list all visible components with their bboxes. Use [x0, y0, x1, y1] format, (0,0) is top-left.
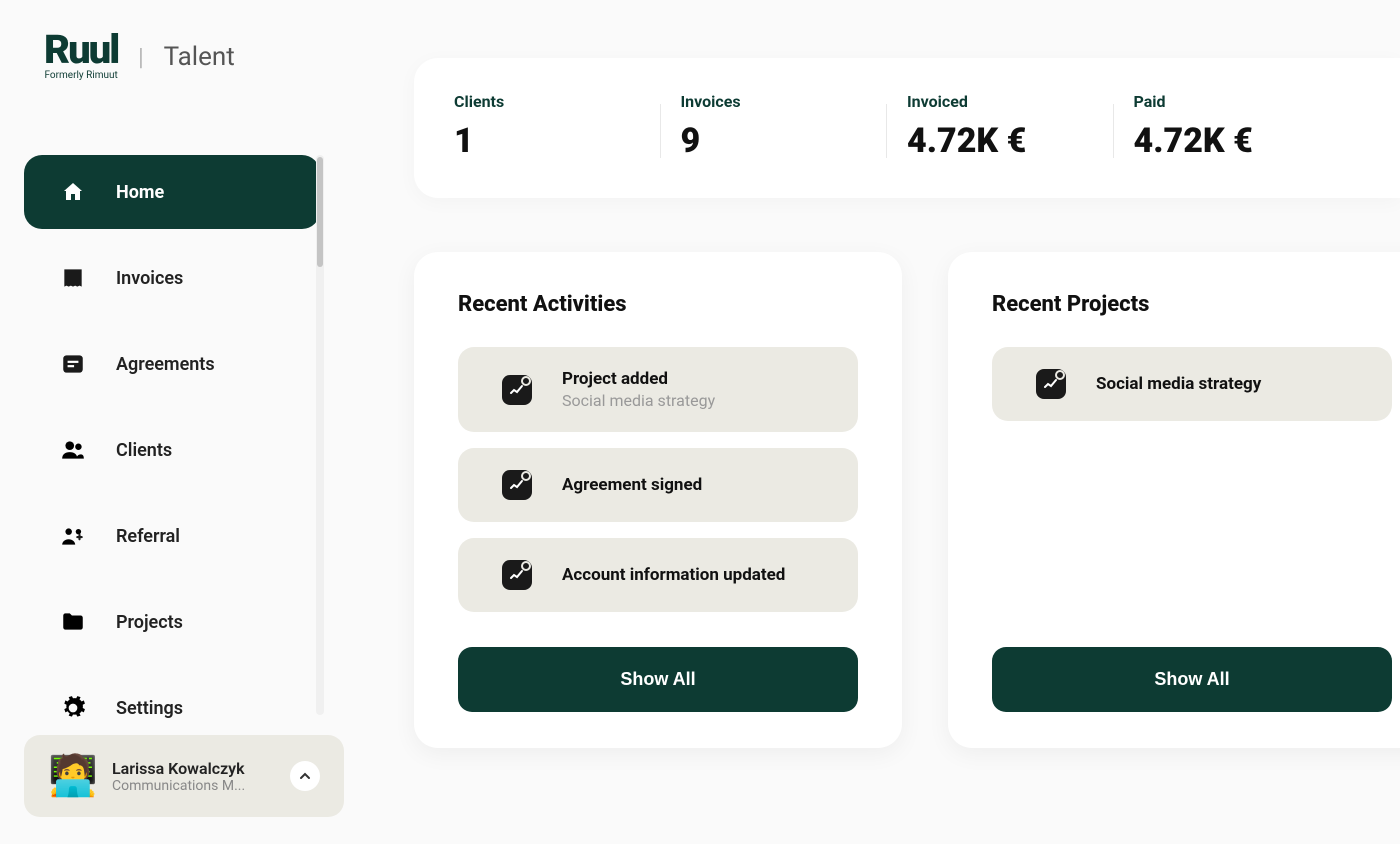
stat-value: 4.72K € — [1134, 121, 1361, 161]
stat-value: 9 — [681, 121, 908, 161]
expand-button[interactable] — [290, 761, 320, 791]
sidebar-item-agreements[interactable]: Agreements — [24, 327, 320, 401]
stat-label: Paid — [1134, 92, 1361, 111]
logo-section-label: Talent — [164, 42, 235, 72]
sidebar-item-label: Agreements — [116, 354, 215, 375]
activity-icon-wrap — [502, 560, 532, 590]
folder-icon — [60, 609, 86, 635]
gear-icon — [60, 695, 86, 721]
sidebar: Home Invoices Agreements Clients Referra… — [24, 155, 324, 757]
chart-icon — [1036, 369, 1066, 399]
project-item[interactable]: Social media strategy — [992, 347, 1392, 421]
sidebar-item-clients[interactable]: Clients — [24, 413, 320, 487]
logo-subtitle: Formerly Rimuut — [44, 70, 117, 81]
activity-text: Agreement signed — [562, 475, 702, 495]
activity-text: Account information updated — [562, 565, 785, 585]
sidebar-item-label: Invoices — [116, 268, 183, 289]
sidebar-item-invoices[interactable]: Invoices — [24, 241, 320, 315]
sidebar-item-projects[interactable]: Projects — [24, 585, 320, 659]
card-title: Recent Activities — [458, 292, 858, 317]
activity-title: Agreement signed — [562, 475, 702, 495]
recent-projects-card: Recent Projects Social media strategy Sh… — [948, 252, 1400, 748]
activity-icon-wrap — [502, 470, 532, 500]
invoice-icon — [60, 265, 86, 291]
show-all-projects-button[interactable]: Show All — [992, 647, 1392, 712]
stat-invoiced: Invoiced 4.72K € — [907, 88, 1134, 168]
activity-subtitle: Social media strategy — [562, 391, 715, 410]
show-all-activities-button[interactable]: Show All — [458, 647, 858, 712]
user-role: Communications M... — [112, 778, 272, 794]
logo-section: Ruul Formerly Rimuut | Talent — [44, 32, 235, 81]
sidebar-item-settings[interactable]: Settings — [24, 671, 320, 745]
stat-value: 4.72K € — [907, 121, 1134, 161]
activity-list: Project added Social media strategy Agre… — [458, 347, 858, 637]
stats-bar: Clients 1 Invoices 9 Invoiced 4.72K € Pa… — [414, 58, 1400, 198]
sidebar-item-label: Projects — [116, 612, 183, 633]
activity-text: Social media strategy — [1096, 374, 1261, 394]
stat-paid: Paid 4.72K € — [1134, 88, 1361, 168]
avatar: 🧑‍💻 — [48, 753, 94, 799]
card-title: Recent Projects — [992, 292, 1392, 317]
stat-label: Invoiced — [907, 92, 1134, 111]
chart-icon — [502, 560, 532, 590]
logo-text: Ruul — [44, 32, 118, 68]
activity-item[interactable]: Agreement signed — [458, 448, 858, 522]
logo[interactable]: Ruul Formerly Rimuut — [44, 32, 118, 81]
scrollbar[interactable] — [316, 155, 324, 715]
user-info: Larissa Kowalczyk Communications M... — [112, 759, 272, 794]
sidebar-item-home[interactable]: Home — [24, 155, 320, 229]
activity-title: Project added — [562, 369, 715, 389]
sidebar-item-referral[interactable]: Referral — [24, 499, 320, 573]
project-title: Social media strategy — [1096, 374, 1261, 394]
chevron-up-icon — [299, 770, 311, 782]
activity-icon-wrap — [502, 375, 532, 405]
stat-clients: Clients 1 — [454, 88, 681, 168]
activity-title: Account information updated — [562, 565, 785, 585]
stat-invoices: Invoices 9 — [681, 88, 908, 168]
activity-text: Project added Social media strategy — [562, 369, 715, 410]
sidebar-item-label: Referral — [116, 526, 180, 547]
stat-label: Clients — [454, 92, 681, 111]
sidebar-item-label: Settings — [116, 698, 183, 719]
sidebar-item-label: Clients — [116, 440, 172, 461]
project-list: Social media strategy — [992, 347, 1392, 637]
user-name: Larissa Kowalczyk — [112, 759, 272, 778]
agreement-icon — [60, 351, 86, 377]
stat-label: Invoices — [681, 92, 908, 111]
chart-icon — [502, 470, 532, 500]
home-icon — [60, 179, 86, 205]
user-card[interactable]: 🧑‍💻 Larissa Kowalczyk Communications M..… — [24, 735, 344, 817]
activity-icon-wrap — [1036, 369, 1066, 399]
activity-item[interactable]: Account information updated — [458, 538, 858, 612]
recent-activities-card: Recent Activities Project added Social m… — [414, 252, 902, 748]
logo-divider: | — [138, 43, 143, 71]
stat-value: 1 — [454, 121, 681, 161]
cards-row: Recent Activities Project added Social m… — [414, 252, 1400, 748]
scrollbar-thumb[interactable] — [317, 157, 323, 267]
activity-item[interactable]: Project added Social media strategy — [458, 347, 858, 432]
referral-icon — [60, 523, 86, 549]
sidebar-item-label: Home — [116, 182, 164, 203]
clients-icon — [60, 437, 86, 463]
chart-icon — [502, 375, 532, 405]
